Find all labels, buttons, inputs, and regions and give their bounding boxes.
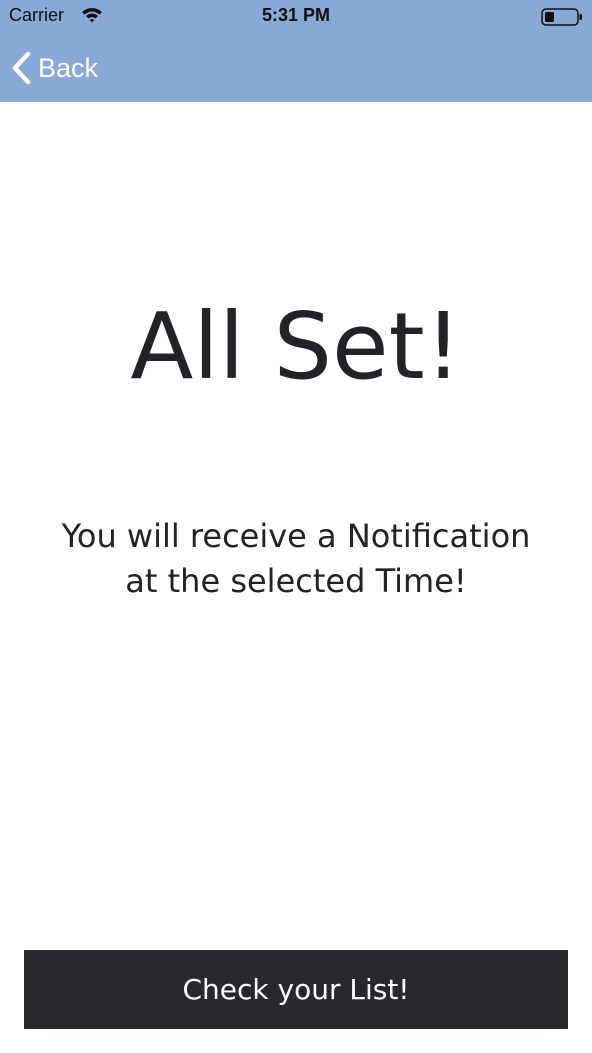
navigation-header: Carrier 5:31 PM Back bbox=[0, 0, 592, 102]
message-line: You will receive a Notification bbox=[61, 517, 531, 555]
message-line: at the selected Time! bbox=[125, 562, 467, 600]
battery-icon bbox=[541, 8, 582, 26]
chevron-left-icon bbox=[12, 51, 31, 85]
back-button[interactable]: Back bbox=[10, 48, 98, 88]
back-label: Back bbox=[38, 52, 99, 83]
status-bar: Carrier 5:31 PM bbox=[0, 0, 592, 34]
confirmation-message: You will receive a Notification at the s… bbox=[40, 514, 552, 604]
page-title: All Set! bbox=[130, 293, 462, 400]
check-list-button[interactable]: Check your List! bbox=[24, 950, 568, 1029]
status-time: 5:31 PM bbox=[261, 5, 331, 25]
